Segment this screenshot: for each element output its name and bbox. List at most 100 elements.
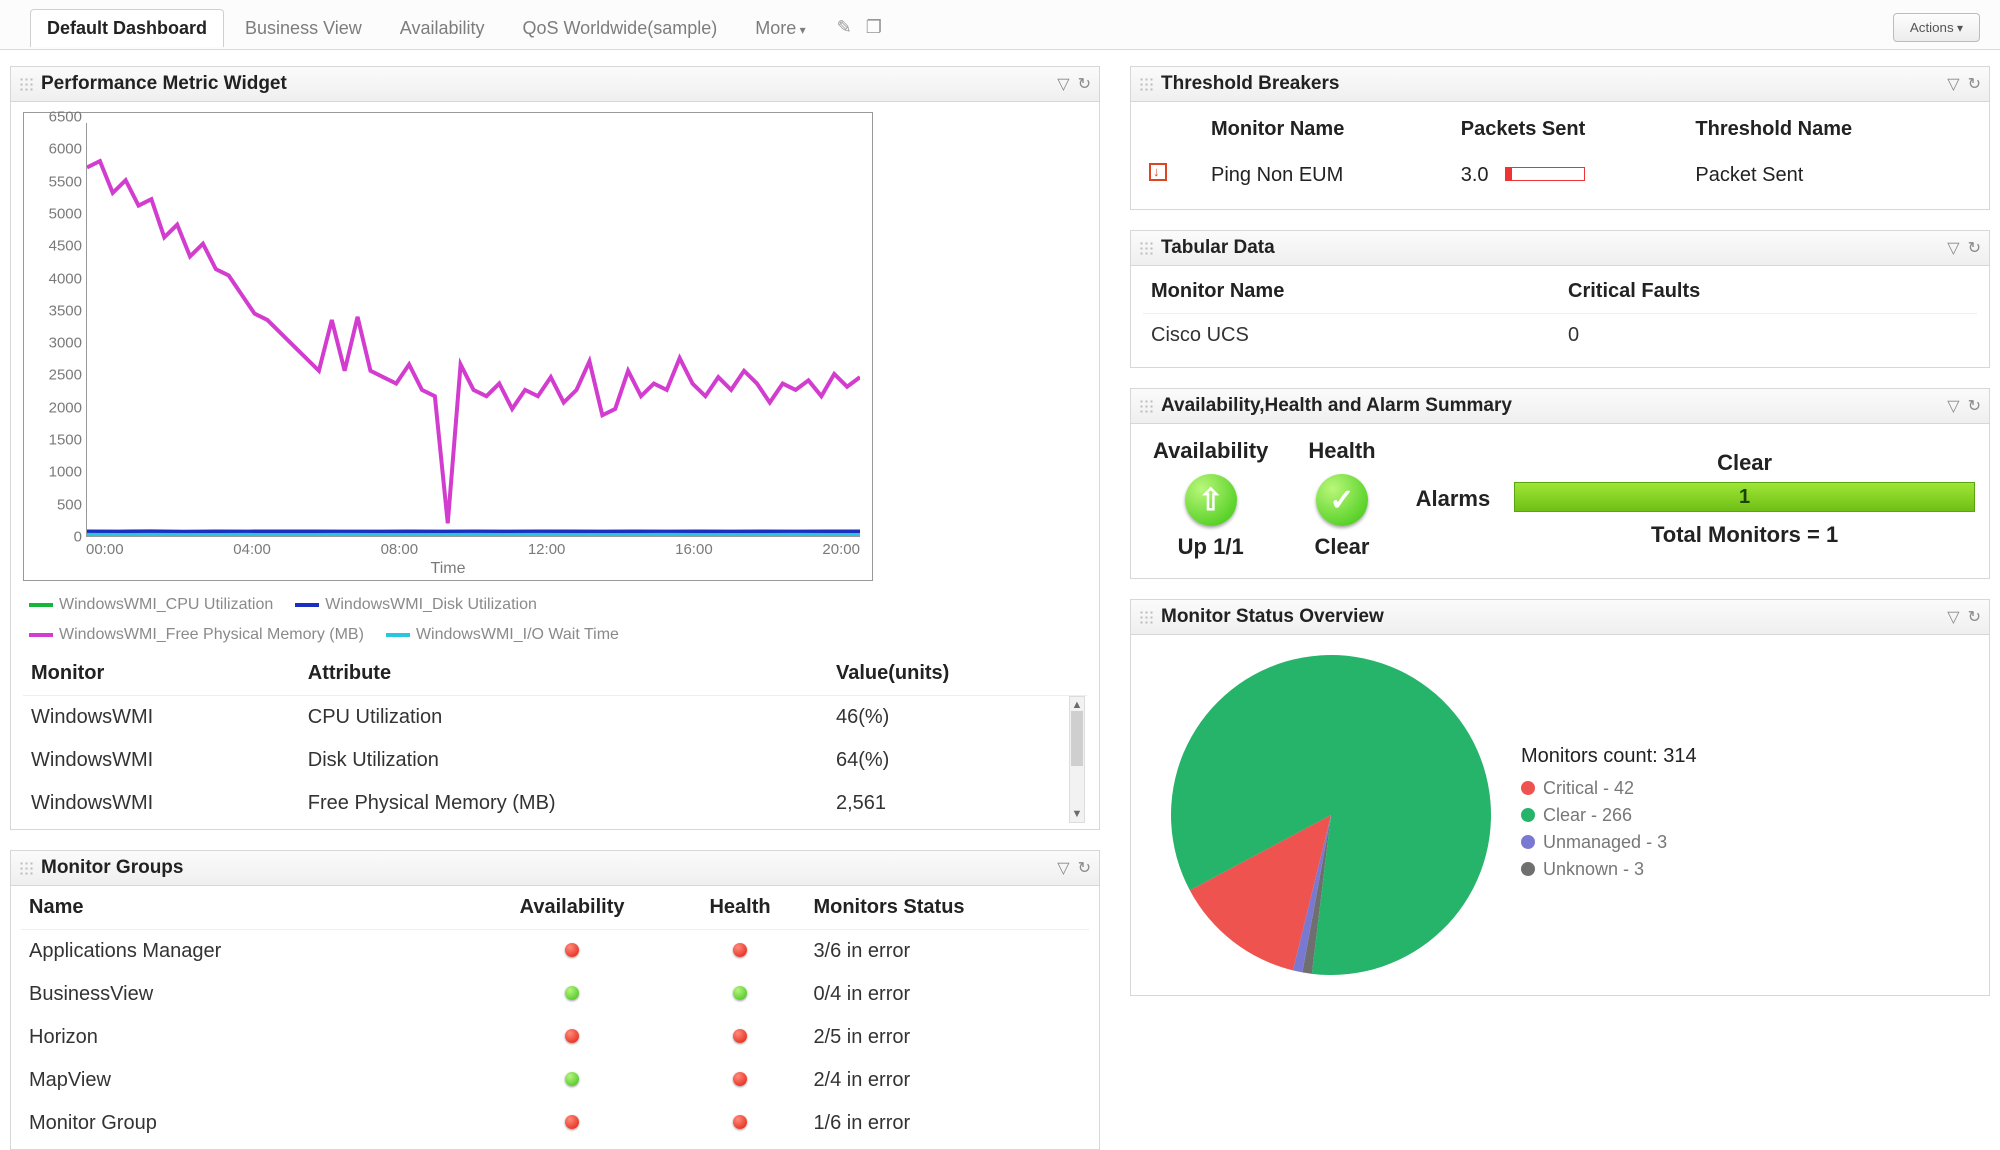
cell-monitor-name: Cisco UCS — [1143, 314, 1560, 358]
widget-menu-icon[interactable]: ▽ — [1947, 74, 1959, 94]
drag-handle-icon[interactable] — [1139, 610, 1153, 624]
legend-swatch-icon — [1521, 808, 1535, 822]
up-arrow-icon: ⇧ — [1185, 474, 1237, 526]
cell-name: BusinessView — [21, 973, 470, 1016]
dashboard-tabs: Default Dashboard Business View Availabi… — [30, 9, 823, 47]
pie-legend: Monitors count: 314 Critical - 42 Clear -… — [1521, 745, 1697, 886]
widget-menu-icon[interactable]: ▽ — [1057, 74, 1069, 94]
scroll-thumb[interactable] — [1071, 711, 1083, 766]
col-attribute: Attribute — [300, 652, 828, 696]
health-status-icon — [733, 986, 747, 1000]
tab-default-dashboard[interactable]: Default Dashboard — [30, 9, 224, 47]
legend-item[interactable]: Unmanaged - 3 — [1521, 832, 1697, 853]
table-row[interactable]: MapView2/4 in error — [21, 1059, 1089, 1102]
health-label: Health — [1308, 438, 1375, 464]
alarms-label: Alarms — [1416, 486, 1491, 512]
tab-business-view[interactable]: Business View — [228, 9, 379, 47]
total-monitors-label: Total Monitors = 1 — [1514, 522, 1975, 548]
availability-status-icon — [565, 1029, 579, 1043]
chart-legend: WindowsWMI_CPU Utilization WindowsWMI_Dis… — [23, 581, 1087, 652]
table-row[interactable]: Applications Manager3/6 in error — [21, 930, 1089, 974]
legend-item[interactable]: WindowsWMI_I/O Wait Time — [386, 621, 619, 648]
widget-refresh-icon[interactable]: ↻ — [1968, 238, 1981, 258]
widget-menu-icon[interactable]: ▽ — [1947, 607, 1959, 627]
col-monitors-status: Monitors Status — [805, 886, 1089, 930]
table-row[interactable]: Cisco UCS 0 — [1143, 314, 1977, 358]
drag-handle-icon[interactable] — [19, 77, 33, 91]
col-critical-faults: Critical Faults — [1560, 270, 1977, 314]
tab-more-dropdown[interactable]: More — [738, 9, 822, 47]
col-packets-sent: Packets Sent — [1455, 108, 1688, 151]
availability-value: Up 1/1 — [1153, 534, 1268, 560]
legend-item[interactable]: Critical - 42 — [1521, 778, 1697, 799]
widget-refresh-icon[interactable]: ↻ — [1968, 607, 1981, 627]
table-scrollbar[interactable]: ▲ ▼ — [1069, 696, 1085, 823]
tab-availability[interactable]: Availability — [383, 9, 502, 47]
col-monitor-name: Monitor Name — [1143, 270, 1560, 314]
availability-status-icon — [565, 1115, 579, 1129]
widget-title: Monitor Groups — [41, 857, 183, 879]
legend-swatch-icon — [1521, 835, 1535, 849]
new-window-icon[interactable]: ❐ — [866, 17, 882, 38]
table-row[interactable]: Ping Non EUM 3.0 Packet Sent — [1143, 153, 1977, 197]
widget-refresh-icon[interactable]: ↻ — [1968, 396, 1981, 416]
drag-handle-icon[interactable] — [1139, 399, 1153, 413]
alarms-clear-bar[interactable]: 1 — [1514, 482, 1975, 512]
cell-name: Monitor Group — [21, 1102, 470, 1145]
widget-menu-icon[interactable]: ▽ — [1057, 858, 1069, 878]
col-monitor: Monitor — [23, 652, 300, 696]
legend-item[interactable]: WindowsWMI_Disk Utilization — [295, 591, 537, 618]
table-row[interactable]: WindowsWMIFree Physical Memory (MB)2,561 — [23, 782, 1087, 825]
edit-dashboard-icon[interactable]: ✎ — [837, 17, 852, 38]
performance-metric-widget: Performance Metric Widget ▽ ↻ I/O Wait T… — [10, 66, 1100, 830]
health-status-icon — [733, 1115, 747, 1129]
widget-menu-icon[interactable]: ▽ — [1947, 396, 1959, 416]
drag-handle-icon[interactable] — [1139, 241, 1153, 255]
table-row[interactable]: BusinessView 0/4 in error — [21, 973, 1089, 1016]
tab-qos-worldwide[interactable]: QoS Worldwide(sample) — [505, 9, 734, 47]
health-status-icon — [733, 943, 747, 957]
tabular-data-widget: Tabular Data ▽ ↻ Monitor Name Critical F… — [1130, 230, 1990, 368]
table-row[interactable]: Horizon2/5 in error — [21, 1016, 1089, 1059]
col-threshold-name: Threshold Name — [1689, 108, 1977, 151]
cell-packets-sent: 3.0 — [1455, 153, 1688, 197]
drag-handle-icon[interactable] — [19, 861, 33, 875]
chart-x-ticks: 00:0004:0008:0012:0016:0020:00 — [26, 537, 870, 558]
scroll-up-icon[interactable]: ▲ — [1070, 699, 1084, 711]
widget-refresh-icon[interactable]: ↻ — [1078, 858, 1091, 878]
legend-item[interactable]: Unknown - 3 — [1521, 859, 1697, 880]
widget-menu-icon[interactable]: ▽ — [1947, 238, 1959, 258]
threshold-breakers-widget: Threshold Breakers ▽ ↻ Monitor Name Pack… — [1130, 66, 1990, 210]
widget-title: Performance Metric Widget — [41, 73, 287, 95]
chart-y-ticks: 0500100015002000250030003500400045005000… — [26, 117, 86, 537]
chart-x-axis-label: Time — [26, 558, 870, 578]
table-row[interactable]: WindowsWMICPU Utilization46(%) — [23, 696, 1087, 740]
cell-name: Applications Manager — [21, 930, 470, 974]
legend-item[interactable]: Clear - 266 — [1521, 805, 1697, 826]
availability-label: Availability — [1153, 438, 1268, 464]
availability-status-icon — [565, 986, 579, 1000]
health-status-icon — [733, 1072, 747, 1086]
monitor-groups-widget: Monitor Groups ▽ ↻ Name Availability Hea… — [10, 850, 1100, 1150]
cell-monitor-name: Ping Non EUM — [1205, 153, 1453, 197]
cell-name: MapView — [21, 1059, 470, 1102]
legend-item[interactable]: WindowsWMI_CPU Utilization — [29, 591, 273, 618]
scroll-down-icon[interactable]: ▼ — [1070, 808, 1084, 820]
health-block: Health ✓ Clear — [1308, 438, 1375, 560]
availability-status-icon — [565, 943, 579, 957]
table-row[interactable]: Monitor Group1/6 in error — [21, 1102, 1089, 1145]
alert-icon — [1149, 163, 1167, 181]
health-status-icon — [733, 1029, 747, 1043]
drag-handle-icon[interactable] — [1139, 77, 1153, 91]
widget-title: Tabular Data — [1161, 237, 1275, 259]
monitors-count-label: Monitors count: 314 — [1521, 745, 1697, 768]
col-value: Value(units) — [828, 652, 1087, 696]
actions-dropdown-button[interactable]: Actions — [1893, 13, 1980, 42]
widget-refresh-icon[interactable]: ↻ — [1968, 74, 1981, 94]
widget-refresh-icon[interactable]: ↻ — [1078, 74, 1091, 94]
legend-item[interactable]: WindowsWMI_Free Physical Memory (MB) — [29, 621, 364, 648]
cell-status: 0/4 in error — [805, 973, 1089, 1016]
performance-chart: I/O Wait Time(%) 05001000150020002500300… — [23, 112, 873, 581]
widget-title: Availability,Health and Alarm Summary — [1161, 395, 1512, 417]
table-row[interactable]: WindowsWMIDisk Utilization64(%) — [23, 739, 1087, 782]
